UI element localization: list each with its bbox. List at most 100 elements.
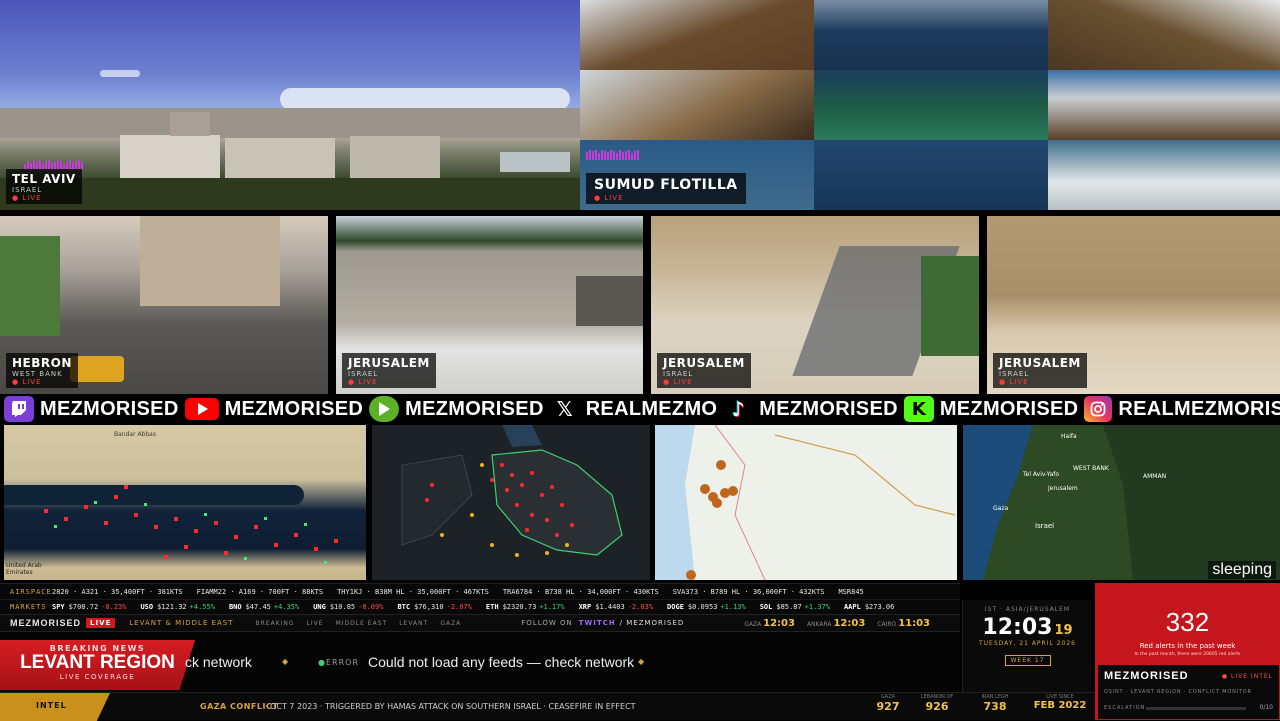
market-symbol: SPY (52, 603, 65, 611)
conflict-text: · OCT 7 2023 · TRIGGERED BY HAMAS ATTACK… (265, 702, 636, 711)
instagram-icon (1084, 396, 1113, 422)
market-item: ETH $2320.73 +1.17% (486, 603, 565, 611)
map-label: Jerusalem (1048, 485, 1078, 492)
camera-label: JERUSALEM ISRAEL ● LIVE (657, 353, 751, 388)
market-change: +1.13% (720, 603, 746, 611)
market-price: $273.06 (864, 603, 895, 611)
market-price: $121.32 (157, 603, 187, 611)
market-change: -0.23% (101, 603, 127, 611)
market-change: -0.09% (358, 603, 384, 611)
ship-markers (44, 485, 338, 564)
clock-date: TUESDAY, 21 APRIL 2026 (978, 640, 1076, 647)
camera-label: JERUSALEM ISRAEL ● LIVE (993, 353, 1087, 388)
status-overlay: sleeping (1208, 561, 1276, 579)
market-price: $47.45 (245, 603, 271, 611)
camera-label: SUMUD FLOTILLA ● LIVE (586, 173, 746, 204)
market-change: +1.17% (539, 603, 565, 611)
flotilla-camera-grid[interactable]: SUMUD FLOTILLA ● LIVE (580, 0, 1280, 210)
western-wall-camera-3[interactable]: JERUSALEM ISRAEL ● LIVE (987, 216, 1280, 394)
social-youtube[interactable]: MEZMORISED (184, 395, 364, 423)
camera-location: WEST BANK (12, 370, 63, 378)
social-x[interactable]: 𝕏 REALMEZMO (549, 395, 718, 423)
social-handle: MEZMORISED (224, 397, 364, 420)
kick-icon: K (903, 396, 934, 422)
clock-panel: IST · ASIA/JERUSALEM 12:03 19 TUESDAY, 21… (962, 600, 1092, 692)
week-badge: WEEK 17 (1004, 655, 1051, 666)
live-indicator: ● LIVE (999, 378, 1029, 386)
follow-label: FOLLOW ON (521, 619, 573, 627)
stat-iran: IRAN LEGH 738 (981, 694, 1009, 713)
camera-label: TEL AVIV ISRAEL ● LIVE (6, 169, 82, 204)
camera-name: JERUSALEM (999, 356, 1081, 370)
map-label: AMMAN (1143, 473, 1167, 480)
alert-sub: In the past month, there were 20605 red … (1134, 652, 1241, 657)
social-kick[interactable]: K MEZMORISED (903, 395, 1079, 423)
hebron-camera[interactable]: HEBRON WEST BANK ● LIVE (0, 216, 328, 394)
market-change: -2.03% (627, 603, 654, 611)
ticker-label: AIRSPACE (10, 587, 52, 596)
camera-location: ISRAEL (12, 186, 43, 194)
map-label: Haifa (1061, 433, 1077, 440)
youtube-icon (184, 398, 219, 420)
strike-markers (401, 425, 623, 557)
map-label: Israel (1035, 522, 1055, 530)
flight-item: SVA373 · B789 HL · 36,000FT · 432KTS (672, 587, 825, 596)
market-symbol: UNG (313, 603, 326, 611)
market-change: +1.37% (804, 603, 830, 611)
error-badge: ●ERROR (318, 658, 360, 667)
follow-platform[interactable]: TWITCH (579, 619, 616, 627)
world-clock-ankara: ANKARA 12:03 (806, 617, 866, 629)
world-clock-gaza: GAZA 12:03 (744, 617, 795, 629)
western-wall-camera-1[interactable]: JERUSALEM ISRAEL ● LIVE (336, 216, 643, 394)
camera-label: JERUSALEM ISRAEL ● LIVE (342, 353, 436, 388)
stat-gaza: GAZA 927 (876, 694, 900, 713)
stat-live-since: LIVE SINCE FEB 2022 (1033, 694, 1087, 711)
world-clock-cairo: CAIRO 11:03 (877, 617, 931, 629)
social-handle: REALMEZMO (585, 397, 718, 420)
camera-name: JERUSALEM (663, 356, 745, 370)
western-wall-camera-2[interactable]: JERUSALEM ISRAEL ● LIVE (651, 216, 979, 394)
flight-item: FIAMM22 · A169 · 700FT · 88KTS (196, 587, 324, 596)
lebanon-syria-map[interactable] (655, 425, 957, 580)
camera-name: TEL AVIV (12, 172, 76, 186)
social-rumble[interactable]: MEZMORISED (369, 395, 544, 423)
tag: LIVE (306, 619, 324, 627)
iran-strike-map[interactable] (372, 425, 650, 580)
flight-item: TRA6784 · B738 HL · 34,000FT · 430KTS (502, 587, 659, 596)
region-label: LEVANT & MIDDLE EAST (129, 619, 234, 627)
flight-item: 2820 · A321 · 35,400FT · 381KTS (52, 587, 183, 596)
tag: MIDDLE EAST (335, 619, 388, 627)
social-tiktok[interactable]: ♪ MEZMORISED (723, 395, 898, 423)
tel-aviv-camera[interactable]: TEL AVIV ISRAEL ● LIVE (0, 0, 580, 210)
ticker-separator: ◆ (638, 657, 645, 666)
market-price: $1.4403 (595, 603, 625, 611)
follow-handle: / MEZMORISED (619, 619, 685, 627)
social-instagram[interactable]: REALMEZMORISED (1084, 395, 1280, 423)
tag: GAZA (440, 619, 462, 627)
live-indicator: ● LIVE (594, 194, 624, 202)
flight-item: THY1KJ · B38M HL · 35,000FT · 467KTS (337, 587, 489, 596)
market-symbol: SOL (759, 603, 773, 611)
market-price: $85.87 (776, 603, 802, 611)
camera-label: HEBRON WEST BANK ● LIVE (6, 353, 78, 388)
camera-name: SUMUD FLOTILLA (594, 177, 738, 193)
social-handle: REALMEZMORISED (1118, 397, 1280, 420)
market-price: $0.0953 (687, 603, 718, 611)
alert-count: 332 (1165, 607, 1210, 637)
clock-time: 12:03 19 (982, 615, 1073, 640)
gulf-ship-tracking-map[interactable]: Bandar Abbas United Arab Emirates (4, 425, 366, 580)
incident-markers (655, 425, 956, 580)
twitch-icon (4, 396, 34, 422)
breaking-title: LEVANT REGION (20, 652, 175, 673)
market-price: $10.85 (329, 603, 356, 611)
live-indicator: ● LIVE (12, 194, 42, 202)
market-change: +4.35% (273, 603, 300, 611)
ticker-text: ck network (185, 654, 252, 670)
israel-map[interactable]: Haifa Tel Aviv-Yafo WEST BANK Jerusalem … (963, 425, 1280, 580)
markets-ticker: MARKETS SPY $708.72 -0.23% USO $121.32 +4.55%… (0, 599, 960, 614)
market-price: $2320.73 (502, 603, 537, 611)
airspace-ticker: AIRSPACE 2820 · A321 · 35,400FT · 381KTS… (0, 583, 960, 599)
social-twitch[interactable]: MEZMORISED (4, 395, 179, 423)
social-handles-bar: MEZMORISED MEZMORISED MEZMORISED 𝕏 REALM… (0, 395, 1280, 423)
flight-item: MSR845 (838, 587, 864, 596)
